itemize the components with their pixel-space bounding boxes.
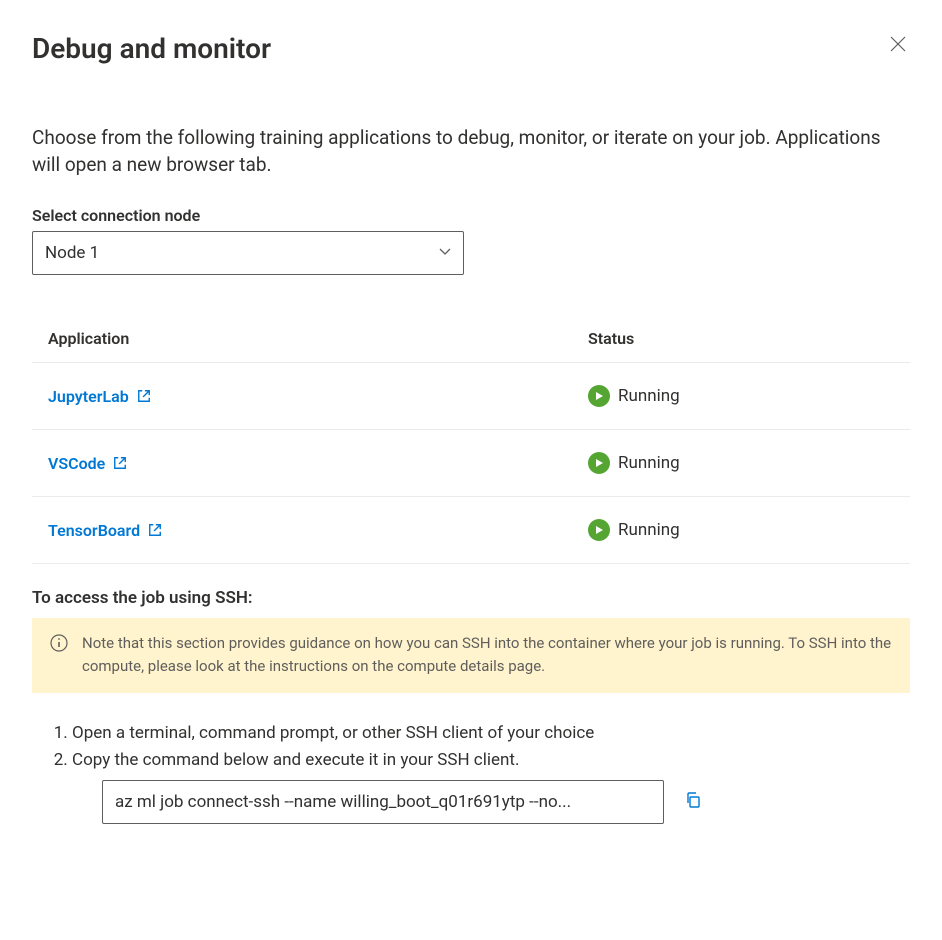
applications-table: Application Status JupyterLab Running — [32, 311, 910, 564]
application-name: VSCode — [48, 454, 105, 473]
running-status-icon — [588, 519, 610, 541]
ssh-command-input[interactable]: az ml job connect-ssh --name willing_boo… — [102, 780, 664, 824]
ssh-info-text: Note that this section provides guidance… — [82, 632, 892, 679]
running-status-icon — [588, 452, 610, 474]
status-text: Running — [618, 386, 680, 406]
ssh-heading: To access the job using SSH: — [32, 588, 910, 608]
column-header-application: Application — [48, 329, 588, 348]
external-link-icon — [137, 389, 151, 403]
table-row: VSCode Running — [32, 430, 910, 497]
info-icon — [50, 634, 68, 652]
connection-node-label: Select connection node — [32, 206, 910, 225]
application-name: JupyterLab — [48, 387, 129, 406]
table-row: TensorBoard Running — [32, 497, 910, 564]
column-header-status: Status — [588, 329, 894, 348]
close-icon — [890, 36, 906, 52]
ssh-step: Copy the command below and execute it in… — [72, 748, 910, 774]
external-link-icon — [148, 523, 162, 537]
ssh-step: Open a terminal, command prompt, or othe… — [72, 721, 910, 747]
copy-button[interactable] — [680, 787, 706, 816]
application-name: TensorBoard — [48, 521, 140, 540]
external-link-icon — [113, 456, 127, 470]
status-text: Running — [618, 520, 680, 540]
application-link-vscode[interactable]: VSCode — [48, 454, 127, 473]
close-button[interactable] — [886, 32, 910, 56]
page-title: Debug and monitor — [32, 32, 271, 65]
connection-node-value: Node 1 — [45, 243, 99, 263]
copy-icon — [684, 791, 702, 809]
description-text: Choose from the following training appli… — [32, 125, 892, 178]
table-row: JupyterLab Running — [32, 363, 910, 430]
application-link-jupyterlab[interactable]: JupyterLab — [48, 387, 151, 406]
application-link-tensorboard[interactable]: TensorBoard — [48, 521, 162, 540]
ssh-steps-list: Open a terminal, command prompt, or othe… — [72, 721, 910, 774]
running-status-icon — [588, 385, 610, 407]
connection-node-select[interactable]: Node 1 — [32, 231, 464, 275]
status-text: Running — [618, 453, 680, 473]
ssh-info-banner: Note that this section provides guidance… — [32, 618, 910, 693]
